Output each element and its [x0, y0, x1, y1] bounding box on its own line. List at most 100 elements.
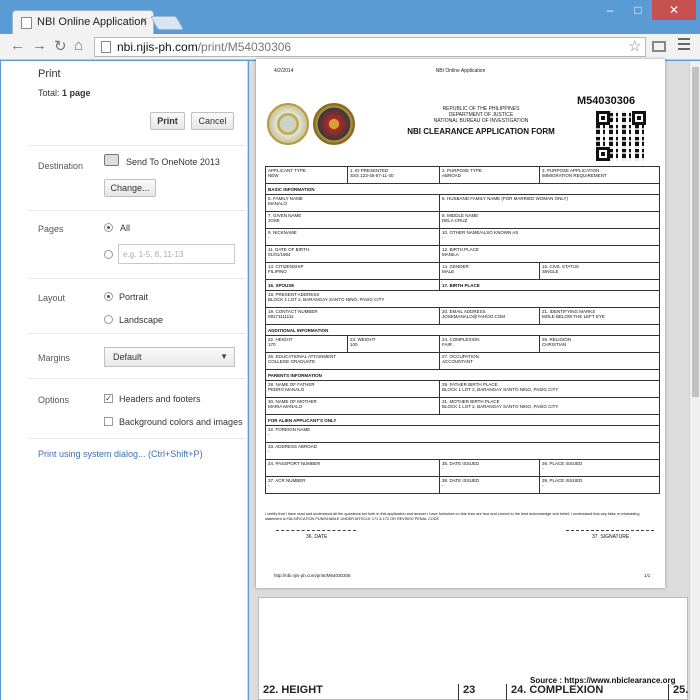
divider — [28, 278, 248, 279]
source-credit: Source : https://www.nbiclearance.org — [530, 676, 676, 685]
back-arrow-icon[interactable]: ← — [10, 37, 25, 54]
form-cell: 23. WEIGHT 100 — [347, 335, 440, 353]
preview-page: 4/2/2014 NBI Online Application REPUBLIC… — [256, 59, 665, 588]
address-bar[interactable]: nbi.njis-ph.com/print/M54030306 — [94, 37, 646, 57]
print-button[interactable]: Print — [150, 112, 185, 130]
layout-portrait-label: Portrait — [119, 292, 149, 302]
form-cell: 6. HUSBAND FAMILY NAME (FOR MARRIED WOMA… — [439, 194, 660, 212]
change-destination-button[interactable]: Change... — [104, 179, 156, 197]
form-cell: 24. COMPLEXION FAIR — [439, 335, 540, 353]
form-cell: 3. PURPOSE APPLICATION IMMIGRATION REQUIR… — [539, 166, 660, 184]
page2-field: 22. HEIGHT — [259, 684, 459, 700]
destination-label: Destination — [38, 161, 84, 171]
pages-range-input[interactable]: e.g. 1-5, 8, 11-13 — [118, 244, 235, 264]
form-cell: APPLICANT TYPE NEW — [265, 166, 348, 184]
form-cell: 18. PRESENT ADDRESS BLOCK 1 LOT 2, BARANG… — [265, 290, 660, 308]
form-cell: 29. FATHER BIRTH PLACE BLOCK 1 LOT 2, BAR… — [439, 380, 660, 398]
form-cell: 9. NICKNAME - — [265, 228, 440, 246]
destination-value: Send To OneNote 2013 — [126, 157, 220, 167]
date-signature-line — [276, 530, 356, 531]
page2-field: 23 — [459, 684, 507, 700]
form-cell: 17. BIRTH PLACE — [439, 279, 660, 291]
form-cell: 27. OCCUPATION ACCOUNTANT — [439, 352, 660, 370]
printer-icon — [104, 154, 119, 166]
form-cell: 36. PLACE ISSUED - — [539, 459, 660, 477]
signature-line — [566, 530, 654, 531]
section-heading: FOR ALIEN APPLICANT'S ONLY — [265, 414, 660, 426]
divider — [28, 378, 248, 379]
page-favicon-icon — [21, 17, 32, 29]
print-settings-panel: Print Total: 1 page Print Cancel Destina… — [1, 61, 248, 700]
doj-seal-icon — [267, 103, 309, 145]
layout-landscape-radio[interactable] — [104, 315, 113, 324]
chevron-down-icon: ▼ — [220, 352, 228, 361]
form-cell: 15. CIVIL STATUS SINGLE — [539, 262, 660, 280]
headers-footers-checkbox[interactable]: ✓ — [104, 394, 113, 403]
form-cell: 14. GENDER MALE — [439, 262, 540, 280]
form-cell: 1. ID PRESENTED SSS 123-45-67-11-40 — [347, 166, 440, 184]
page2-field: 25. RELIGION — [673, 684, 689, 696]
form-cell: 32. FOREIGN NAME - — [265, 425, 660, 443]
form-cell: 30. NAME OF MOTHER MARIA MANALO — [265, 397, 440, 415]
layout-landscape-label: Landscape — [119, 315, 164, 325]
divider — [28, 145, 248, 146]
browser-tab[interactable]: NBI Online Application × — [12, 10, 154, 34]
close-window-button[interactable]: ✕ — [652, 0, 696, 20]
form-cell: 16. SPOUSE — [265, 279, 440, 291]
form-cell: 10. OTHER NAME/ALSO KNOWN AS - — [439, 228, 660, 246]
form-cell: 33. ADDRESS ABROAD - — [265, 442, 660, 460]
scrollbar-thumb[interactable] — [692, 67, 699, 397]
pages-label: Pages — [38, 224, 64, 234]
browser-toolbar: ← → ↻ ⌂ nbi.njis-ph.com/print/M54030306 … — [0, 34, 700, 60]
signature-label: 37. SIGNATURE — [592, 534, 630, 540]
background-colors-checkbox[interactable] — [104, 417, 113, 426]
margins-select[interactable]: Default ▼ — [104, 347, 235, 367]
home-icon[interactable]: ⌂ — [74, 37, 83, 54]
maximize-button[interactable]: □ — [624, 0, 652, 20]
minimize-button[interactable]: – — [596, 0, 624, 20]
form-cell: 31. MOTHER BIRTH PLACE BLOCK 1 LOT 2, BAR… — [439, 397, 660, 415]
form-cell: 19. CONTACT NUMBER 09171111111 — [265, 307, 440, 325]
section-heading: ADDITIONAL INFORMATION — [265, 324, 660, 336]
tab-close-icon[interactable]: × — [141, 15, 147, 27]
doc-page-number: 1/1 — [644, 573, 651, 578]
form-cell: 38. DATE ISSUED - — [439, 476, 540, 494]
application-form-table: APPLICANT TYPE NEW 1. ID PRESENTED SSS 123… — [265, 166, 660, 494]
form-cell: 35. DATE ISSUED - — [439, 459, 540, 477]
date-label: 36. DATE — [306, 534, 328, 540]
form-cell: 11. DATE OF BIRTH 01/01/1984 — [265, 245, 440, 263]
form-cell: 12. BIRTH PLACE MANILA — [439, 245, 660, 263]
headers-footers-label: Headers and footers — [119, 394, 201, 404]
reference-number: M54030306 — [577, 95, 636, 107]
page2-field-row: 22. HEIGHT 23 24. COMPLEXION 25. RELIGIO… — [259, 684, 689, 700]
page2-field: 24. COMPLEXION — [507, 684, 669, 700]
print-title: Print — [38, 68, 61, 80]
cast-icon[interactable] — [652, 41, 666, 52]
pages-all-label: All — [120, 223, 131, 233]
pages-all-radio[interactable] — [104, 223, 113, 232]
section-heading: BASIC INFORMATION — [265, 183, 660, 195]
form-cell: 13. CITIZENSHIP FILIPINO — [265, 262, 440, 280]
form-cell: 22. HEIGHT 170 — [265, 335, 348, 353]
form-cell: 28. NAME OF FATHER PEDRO MANALO — [265, 380, 440, 398]
cancel-button[interactable]: Cancel — [191, 112, 234, 130]
pages-custom-radio[interactable] — [104, 250, 113, 259]
nbi-seal-icon — [313, 103, 355, 145]
system-dialog-link[interactable]: Print using system dialog... (Ctrl+Shift… — [38, 449, 203, 459]
margins-label: Margins — [38, 353, 71, 363]
doc-header-title: NBI Online Application — [435, 68, 486, 74]
form-title: NBI CLEARANCE APPLICATION FORM — [407, 127, 555, 136]
bookmark-star-icon[interactable]: ☆ — [628, 37, 641, 55]
menu-icon[interactable] — [678, 38, 690, 53]
layout-portrait-radio[interactable] — [104, 292, 113, 301]
layout-label: Layout — [38, 293, 66, 303]
divider — [28, 333, 248, 334]
url-text: nbi.njis-ph.com/print/M54030306 — [117, 40, 292, 54]
qr-code-icon — [596, 111, 646, 161]
gov-line: NATIONAL BUREAU OF INVESTIGATION — [433, 118, 529, 124]
new-tab-button[interactable] — [149, 16, 185, 30]
forward-arrow-icon[interactable]: → — [32, 37, 47, 54]
reload-icon[interactable]: ↻ — [54, 37, 67, 55]
declaration-text: I certify that I have read and understoo… — [265, 512, 640, 521]
preview-scrollbar[interactable] — [689, 61, 700, 700]
